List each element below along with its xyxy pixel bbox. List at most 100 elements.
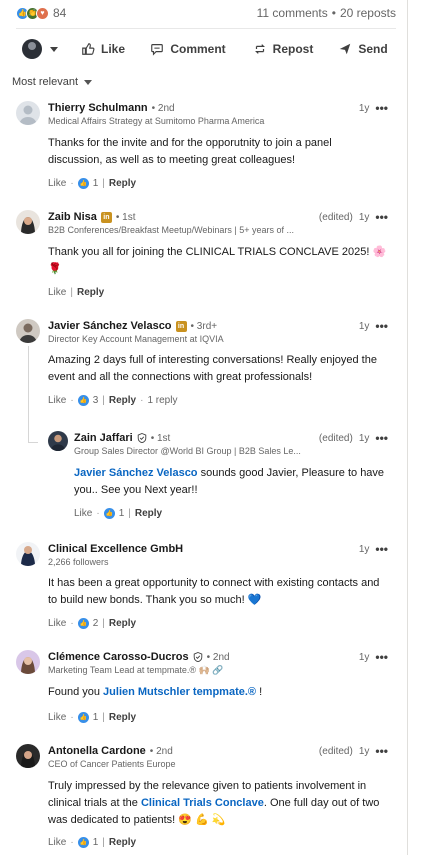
commenter-name[interactable]: Zaib Nisa	[48, 211, 97, 223]
reaction-count[interactable]: 84	[53, 6, 66, 20]
comments-count[interactable]: 11 comments	[257, 6, 328, 20]
edited-label: (edited)	[318, 432, 353, 444]
repost-label: Repost	[272, 42, 314, 56]
reply-link[interactable]: Reply	[77, 287, 104, 298]
divider	[16, 28, 396, 29]
edited-label: (edited)	[318, 745, 353, 757]
thumbs-up-icon	[82, 43, 95, 55]
reply-link[interactable]: Reply	[109, 395, 136, 406]
reply-link[interactable]: Reply	[109, 712, 136, 723]
send-button[interactable]: Send	[328, 35, 398, 63]
send-icon	[340, 43, 351, 55]
comment-time: 1y	[358, 102, 370, 114]
comment-icon	[151, 44, 164, 56]
like-reaction-icon: 👍	[103, 508, 115, 519]
reply-link[interactable]: Reply	[109, 178, 136, 189]
like-link[interactable]: Like	[74, 508, 92, 519]
avatar[interactable]	[16, 650, 40, 674]
comment-time: 1y	[358, 320, 370, 332]
like-label: Like	[100, 42, 125, 56]
avatar[interactable]	[16, 744, 40, 768]
more-options-icon[interactable]: •••	[375, 650, 388, 664]
commenter-name[interactable]: Clinical Excellence GmbH	[48, 543, 183, 555]
love-reaction-icon: ♥	[36, 6, 49, 20]
comment-time: 1y	[358, 211, 370, 223]
thread-line	[28, 442, 38, 443]
like-count[interactable]: 1	[93, 178, 99, 189]
comment-footer: Like · 👍 1 | Reply	[74, 508, 163, 519]
mention-link[interactable]: Julien Mutschler tempmate.®	[103, 686, 256, 698]
like-link[interactable]: Like	[48, 618, 66, 629]
action-bar: Like Comment Repost Send	[12, 34, 402, 64]
like-button[interactable]: Like	[68, 35, 138, 63]
edited-label: (edited)	[318, 211, 353, 223]
comment-text: Amazing 2 days full of interesting conve…	[48, 354, 377, 383]
connection-degree: • 1st	[150, 432, 171, 444]
actor-switcher[interactable]	[12, 39, 68, 59]
avatar[interactable]	[16, 319, 40, 343]
avatar[interactable]	[48, 431, 68, 451]
commenter-name[interactable]: Javier Sánchez Velasco	[48, 320, 172, 332]
comment-text: Thanks for the invite and for the opporu…	[48, 137, 332, 166]
reply-link[interactable]: Reply	[109, 618, 136, 629]
comment-time: 1y	[358, 543, 370, 555]
more-options-icon[interactable]: •••	[375, 319, 388, 333]
more-options-icon[interactable]: •••	[375, 744, 388, 758]
commenter-headline: Medical Affairs Strategy at Sumitomo Pha…	[48, 116, 265, 126]
more-options-icon[interactable]: •••	[375, 542, 388, 556]
mention-link[interactable]: Javier Sánchez Velasco	[74, 467, 198, 479]
more-options-icon[interactable]: •••	[375, 210, 388, 224]
comment-item: Thierry Schulmann • 2nd Medical Affairs …	[16, 101, 396, 193]
like-count[interactable]: 1	[93, 712, 99, 723]
sort-dropdown[interactable]: Most relevant	[12, 76, 93, 88]
like-reaction-icon: 👍	[77, 618, 89, 629]
more-options-icon[interactable]: •••	[375, 101, 388, 115]
comment-footer: Like | Reply	[48, 287, 105, 298]
commenter-name[interactable]: Clémence Carosso-Ducros	[48, 651, 189, 663]
replies-count[interactable]: 1 reply	[147, 395, 177, 406]
connection-degree: • 3rd+	[190, 320, 218, 332]
follower-count: 2,266 followers	[48, 557, 109, 567]
thread-line	[28, 346, 29, 442]
reply-link[interactable]: Reply	[135, 508, 162, 519]
comment-button[interactable]: Comment	[138, 35, 238, 63]
commenter-name[interactable]: Zain Jaffari	[74, 432, 133, 444]
like-reaction-icon: 👍	[77, 395, 89, 406]
comment-item: Javier Sánchez Velasco in • 3rd+ Directo…	[16, 319, 396, 411]
like-link[interactable]: Like	[48, 395, 66, 406]
like-count[interactable]: 3	[93, 395, 99, 406]
company-logo[interactable]	[16, 542, 40, 566]
reply-link[interactable]: Reply	[109, 837, 136, 848]
comment-text: Truly impressed by the relevance given t…	[48, 780, 380, 826]
comment-text: Javier Sánchez Velasco sounds good Javie…	[74, 467, 385, 496]
comment-footer: Like · 👍 1 | Reply	[48, 837, 137, 848]
repost-icon	[254, 44, 265, 54]
repost-button[interactable]: Repost	[238, 35, 328, 63]
connection-degree: • 2nd	[151, 102, 175, 114]
reposts-count[interactable]: 20 reposts	[340, 6, 396, 20]
commenter-headline: Group Sales Director @World BI Group | B…	[74, 446, 301, 456]
like-link[interactable]: Like	[48, 837, 66, 848]
like-link[interactable]: Like	[48, 287, 66, 298]
comment-text: Thank you all for joining the CLINICAL T…	[48, 246, 387, 275]
comment-footer: Like · 👍 3 | Reply · 1 reply	[48, 395, 178, 406]
social-counts-bar: 👍 👏 ♥ 84 11 comments • 20 reposts	[16, 4, 396, 22]
comment-footer: Like · 👍 2 | Reply	[48, 618, 137, 629]
like-count[interactable]: 1	[119, 508, 125, 519]
linkedin-badge-icon: in	[175, 320, 187, 332]
more-options-icon[interactable]: •••	[375, 431, 388, 445]
avatar[interactable]	[16, 210, 40, 234]
like-count[interactable]: 2	[93, 618, 99, 629]
chevron-down-icon	[84, 79, 93, 85]
like-count[interactable]: 1	[93, 837, 99, 848]
commenter-name[interactable]: Antonella Cardone	[48, 745, 146, 757]
verified-icon	[137, 433, 146, 443]
reactions-summary[interactable]: 👍 👏 ♥ 84	[16, 6, 66, 20]
mention-link[interactable]: Clinical Trials Conclave	[141, 797, 264, 809]
commenter-name[interactable]: Thierry Schulmann	[48, 102, 148, 114]
like-link[interactable]: Like	[48, 178, 66, 189]
like-link[interactable]: Like	[48, 712, 66, 723]
comment-text: It has been a great opportunity to conne…	[48, 577, 380, 606]
avatar[interactable]	[16, 101, 40, 125]
comment-item: Clémence Carosso-Ducros • 2nd Marketing …	[16, 650, 396, 728]
